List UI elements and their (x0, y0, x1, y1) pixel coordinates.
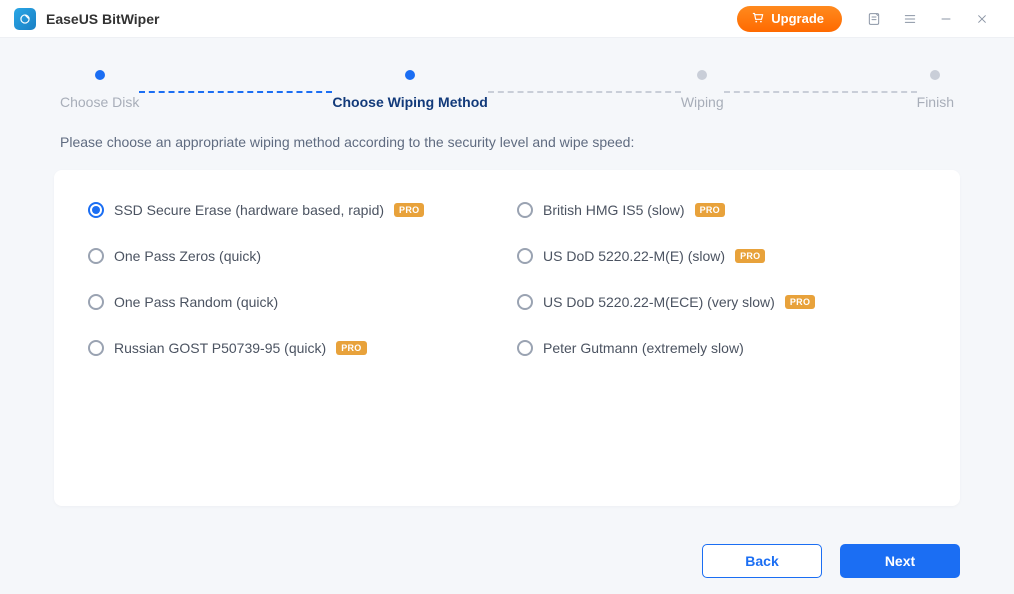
option-us-dod-e[interactable]: US DoD 5220.22-M(E) (slow) PRO (517, 248, 926, 264)
option-us-dod-ece[interactable]: US DoD 5220.22-M(ECE) (very slow) PRO (517, 294, 926, 310)
step-label: Wiping (681, 94, 724, 110)
option-peter-gutmann[interactable]: Peter Gutmann (extremely slow) (517, 340, 926, 356)
pro-badge: PRO (336, 341, 366, 355)
pro-badge: PRO (785, 295, 815, 309)
menu-icon[interactable] (892, 1, 928, 37)
app-title: EaseUS BitWiper (46, 11, 159, 27)
radio-icon (517, 294, 533, 310)
step-dot (697, 70, 707, 80)
close-icon[interactable] (964, 1, 1000, 37)
next-button[interactable]: Next (840, 544, 960, 578)
option-label: US DoD 5220.22-M(E) (slow) (543, 248, 725, 264)
step-label: Choose Disk (60, 94, 139, 110)
option-label: One Pass Random (quick) (114, 294, 278, 310)
step-label: Finish (917, 94, 954, 110)
titlebar: EaseUS BitWiper Upgrade (0, 0, 1014, 38)
minimize-icon[interactable] (928, 1, 964, 37)
options-panel: SSD Secure Erase (hardware based, rapid)… (54, 170, 960, 506)
option-label: British HMG IS5 (slow) (543, 202, 685, 218)
step-choose-method: Choose Wiping Method (332, 70, 487, 110)
stepper: Choose Disk Choose Wiping Method Wiping … (0, 38, 1014, 110)
pro-badge: PRO (695, 203, 725, 217)
log-icon[interactable] (856, 1, 892, 37)
pro-badge: PRO (394, 203, 424, 217)
radio-icon (88, 248, 104, 264)
option-british-hmg-is5[interactable]: British HMG IS5 (slow) PRO (517, 202, 926, 218)
radio-icon (88, 340, 104, 356)
option-label: Russian GOST P50739-95 (quick) (114, 340, 326, 356)
option-label: One Pass Zeros (quick) (114, 248, 261, 264)
option-label: SSD Secure Erase (hardware based, rapid) (114, 202, 384, 218)
step-dot (405, 70, 415, 80)
option-one-pass-random[interactable]: One Pass Random (quick) (88, 294, 497, 310)
step-label: Choose Wiping Method (332, 94, 487, 110)
radio-icon (88, 294, 104, 310)
option-label: Peter Gutmann (extremely slow) (543, 340, 744, 356)
instruction-text: Please choose an appropriate wiping meth… (0, 110, 1014, 162)
radio-icon (517, 248, 533, 264)
back-button[interactable]: Back (702, 544, 822, 578)
step-finish: Finish (917, 70, 954, 110)
radio-icon (517, 340, 533, 356)
pro-badge: PRO (735, 249, 765, 263)
step-dot (95, 70, 105, 80)
step-wiping: Wiping (681, 70, 724, 110)
cart-icon (751, 10, 765, 27)
step-connector (139, 91, 332, 93)
options-grid: SSD Secure Erase (hardware based, rapid)… (88, 202, 926, 356)
option-label: US DoD 5220.22-M(ECE) (very slow) (543, 294, 775, 310)
step-choose-disk: Choose Disk (60, 70, 139, 110)
app-icon (14, 8, 36, 30)
upgrade-label: Upgrade (771, 11, 824, 26)
option-russian-gost[interactable]: Russian GOST P50739-95 (quick) PRO (88, 340, 497, 356)
option-ssd-secure-erase[interactable]: SSD Secure Erase (hardware based, rapid)… (88, 202, 497, 218)
option-one-pass-zeros[interactable]: One Pass Zeros (quick) (88, 248, 497, 264)
footer: Back Next (702, 544, 960, 578)
radio-icon (517, 202, 533, 218)
step-dot (930, 70, 940, 80)
step-connector (724, 91, 917, 93)
radio-icon (88, 202, 104, 218)
upgrade-button[interactable]: Upgrade (737, 6, 842, 32)
step-connector (488, 91, 681, 93)
